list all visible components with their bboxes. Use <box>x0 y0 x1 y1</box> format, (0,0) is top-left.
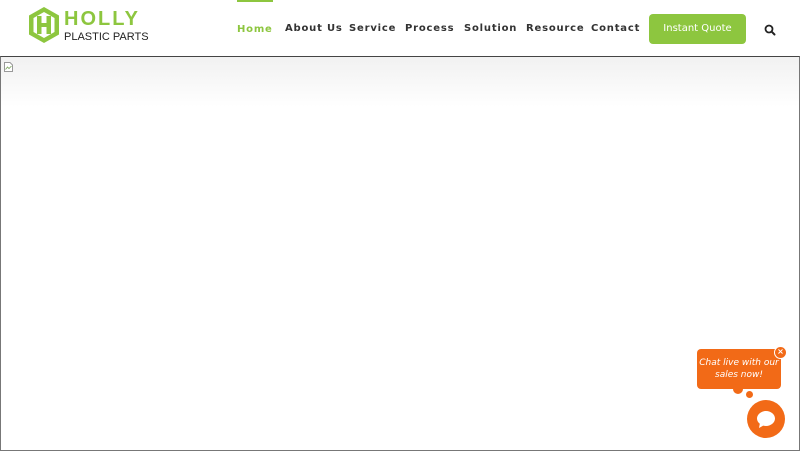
chat-bubble-tail <box>733 384 743 394</box>
close-icon[interactable]: × <box>774 346 787 359</box>
chat-bubble-icon <box>757 411 775 428</box>
logo-wordmark: HOLLY <box>64 8 140 30</box>
nav-item-resource[interactable]: Resource <box>526 0 584 56</box>
chat-prompt-bubble[interactable]: Chat live with our sales now! <box>697 349 781 389</box>
search-icon[interactable] <box>764 23 776 36</box>
instant-quote-button[interactable]: Instant Quote <box>649 14 746 44</box>
nav-item-about-us[interactable]: About Us <box>285 0 343 56</box>
header-shadow <box>1 57 799 107</box>
logo-tagline: PLASTIC PARTS <box>64 31 149 43</box>
nav-item-contact[interactable]: Contact <box>591 0 640 56</box>
nav-item-process[interactable]: Process <box>405 0 454 56</box>
nav-item-home[interactable]: Home <box>237 0 273 58</box>
logo[interactable]: HOLLY PLASTIC PARTS <box>27 6 149 46</box>
nav-item-solution[interactable]: Solution <box>464 0 517 56</box>
chat-launcher-button[interactable] <box>747 400 785 438</box>
broken-image-icon <box>4 59 13 77</box>
embedded-content-frame <box>0 56 800 451</box>
chat-bubble-tail-small <box>746 391 753 398</box>
nav-item-service[interactable]: Service <box>349 0 396 56</box>
logo-hexagon-icon <box>29 7 59 43</box>
site-header: HOLLY PLASTIC PARTS Home About Us Servic… <box>0 0 800 56</box>
